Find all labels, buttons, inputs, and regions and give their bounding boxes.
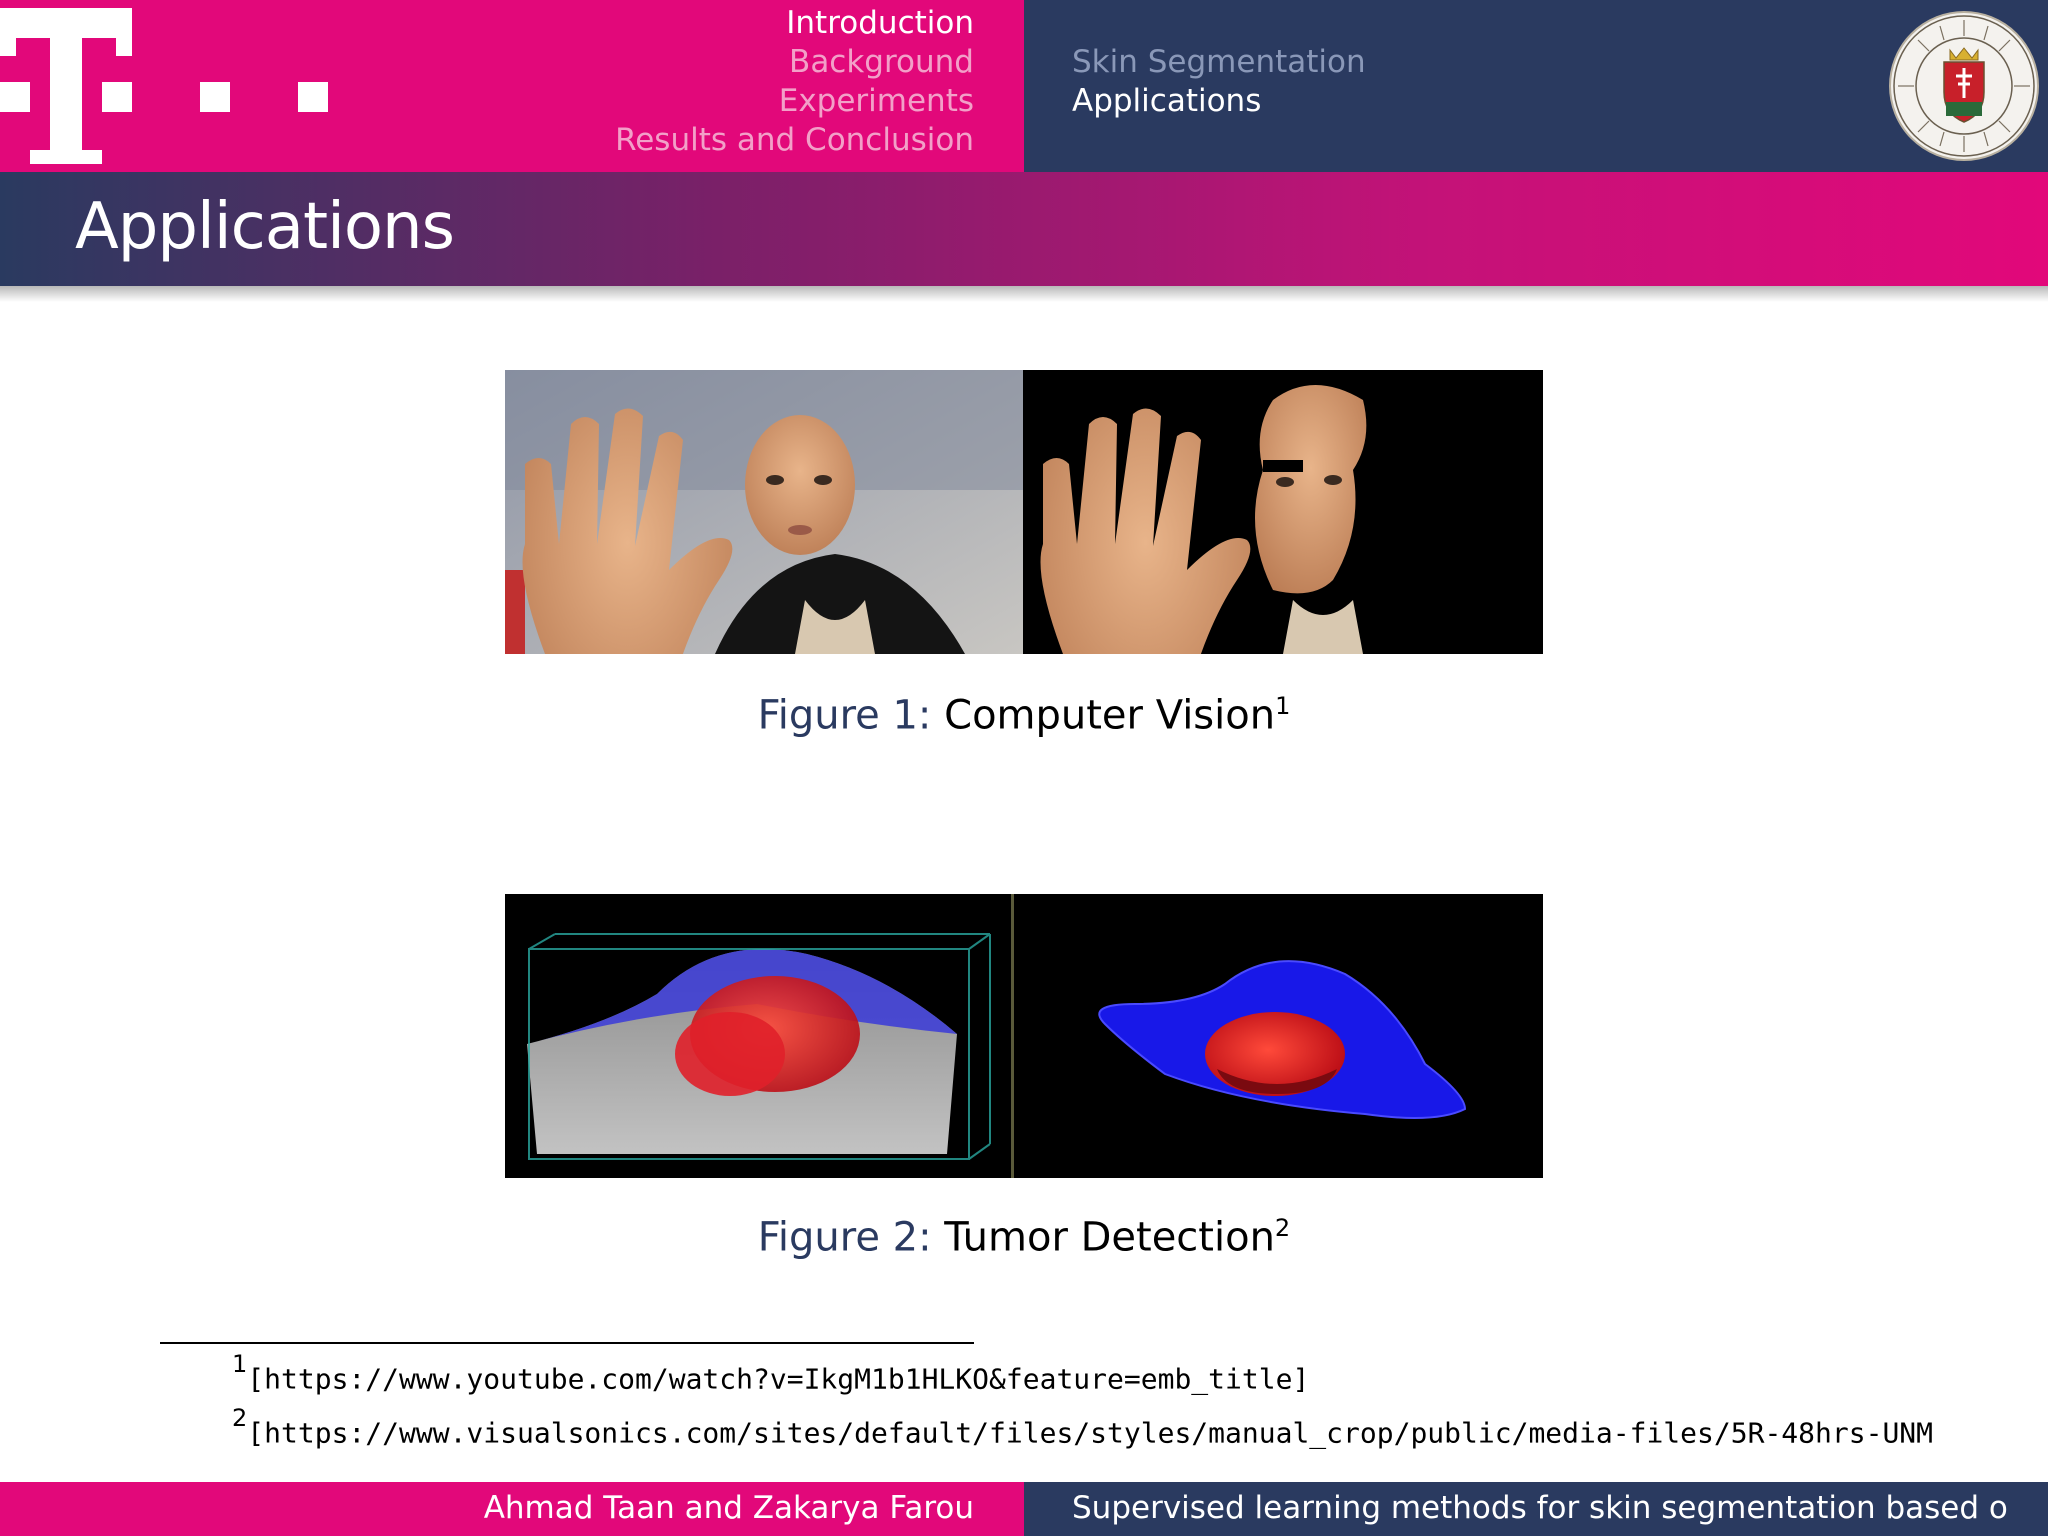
telekom-t-logo xyxy=(0,8,328,164)
figure-1-caption: Figure 1: Computer Vision1 xyxy=(0,692,2048,738)
figure-1-caption-text: Computer Vision xyxy=(944,692,1276,739)
footer-left: Ahmad Taan and Zakarya Farou xyxy=(0,1482,1024,1536)
footnote-separator xyxy=(160,1342,974,1344)
nav-item-applications[interactable]: Applications xyxy=(1072,82,1366,121)
nav-item-introduction[interactable]: Introduction xyxy=(615,4,974,43)
footnote-1-link[interactable]: [https://www.youtube.com/watch?v=IkgM1b1… xyxy=(247,1362,1309,1395)
nav-item-skin-segmentation[interactable]: Skin Segmentation xyxy=(1072,43,1366,82)
nav-item-experiments[interactable]: Experiments xyxy=(615,82,974,121)
footnote-1-mark: 1 xyxy=(232,1350,248,1378)
figure-computer-vision-image xyxy=(505,370,1543,654)
figure-2-footnote-mark[interactable]: 2 xyxy=(1275,1214,1290,1242)
figure-2-caption: Figure 2: Tumor Detection2 xyxy=(0,1214,2048,1260)
slide-title-bar: Applications xyxy=(0,172,2048,286)
footnote-2-mark: 2 xyxy=(232,1404,248,1432)
title-bar-shadow xyxy=(0,286,2048,302)
section-nav-left: Introduction Background Experiments Resu… xyxy=(615,4,974,160)
figure-2-caption-text: Tumor Detection xyxy=(944,1214,1275,1261)
figure-2-label: Figure 2: xyxy=(757,1214,932,1261)
footer-right: Supervised learning methods for skin seg… xyxy=(1024,1482,2048,1536)
footer-talk-title: Supervised learning methods for skin seg… xyxy=(1072,1490,2008,1526)
nav-item-background[interactable]: Background xyxy=(615,43,974,82)
subsection-nav: Skin Segmentation Applications xyxy=(1072,43,1366,121)
figure-1-label: Figure 1: xyxy=(757,692,932,739)
header-left-panel: Introduction Background Experiments Resu… xyxy=(0,0,1024,172)
footnote-1: 1[https://www.youtube.com/watch?v=IkgM1b… xyxy=(232,1350,1309,1395)
slide-title: Applications xyxy=(75,190,455,264)
footer-authors: Ahmad Taan and Zakarya Farou xyxy=(483,1490,974,1526)
figure-tumor-detection-image xyxy=(505,894,1543,1178)
figure-1-footnote-mark[interactable]: 1 xyxy=(1275,692,1290,720)
tumor-3d-render xyxy=(505,894,1543,1178)
university-seal-icon xyxy=(1889,11,2039,161)
footnote-2: 2[https://www.visualsonics.com/sites/def… xyxy=(232,1404,1933,1449)
nav-item-results-and-conclusion[interactable]: Results and Conclusion xyxy=(615,121,974,160)
footnote-2-link[interactable]: [https://www.visualsonics.com/sites/defa… xyxy=(247,1416,1933,1449)
skin-segmentation-photo xyxy=(505,370,1543,654)
